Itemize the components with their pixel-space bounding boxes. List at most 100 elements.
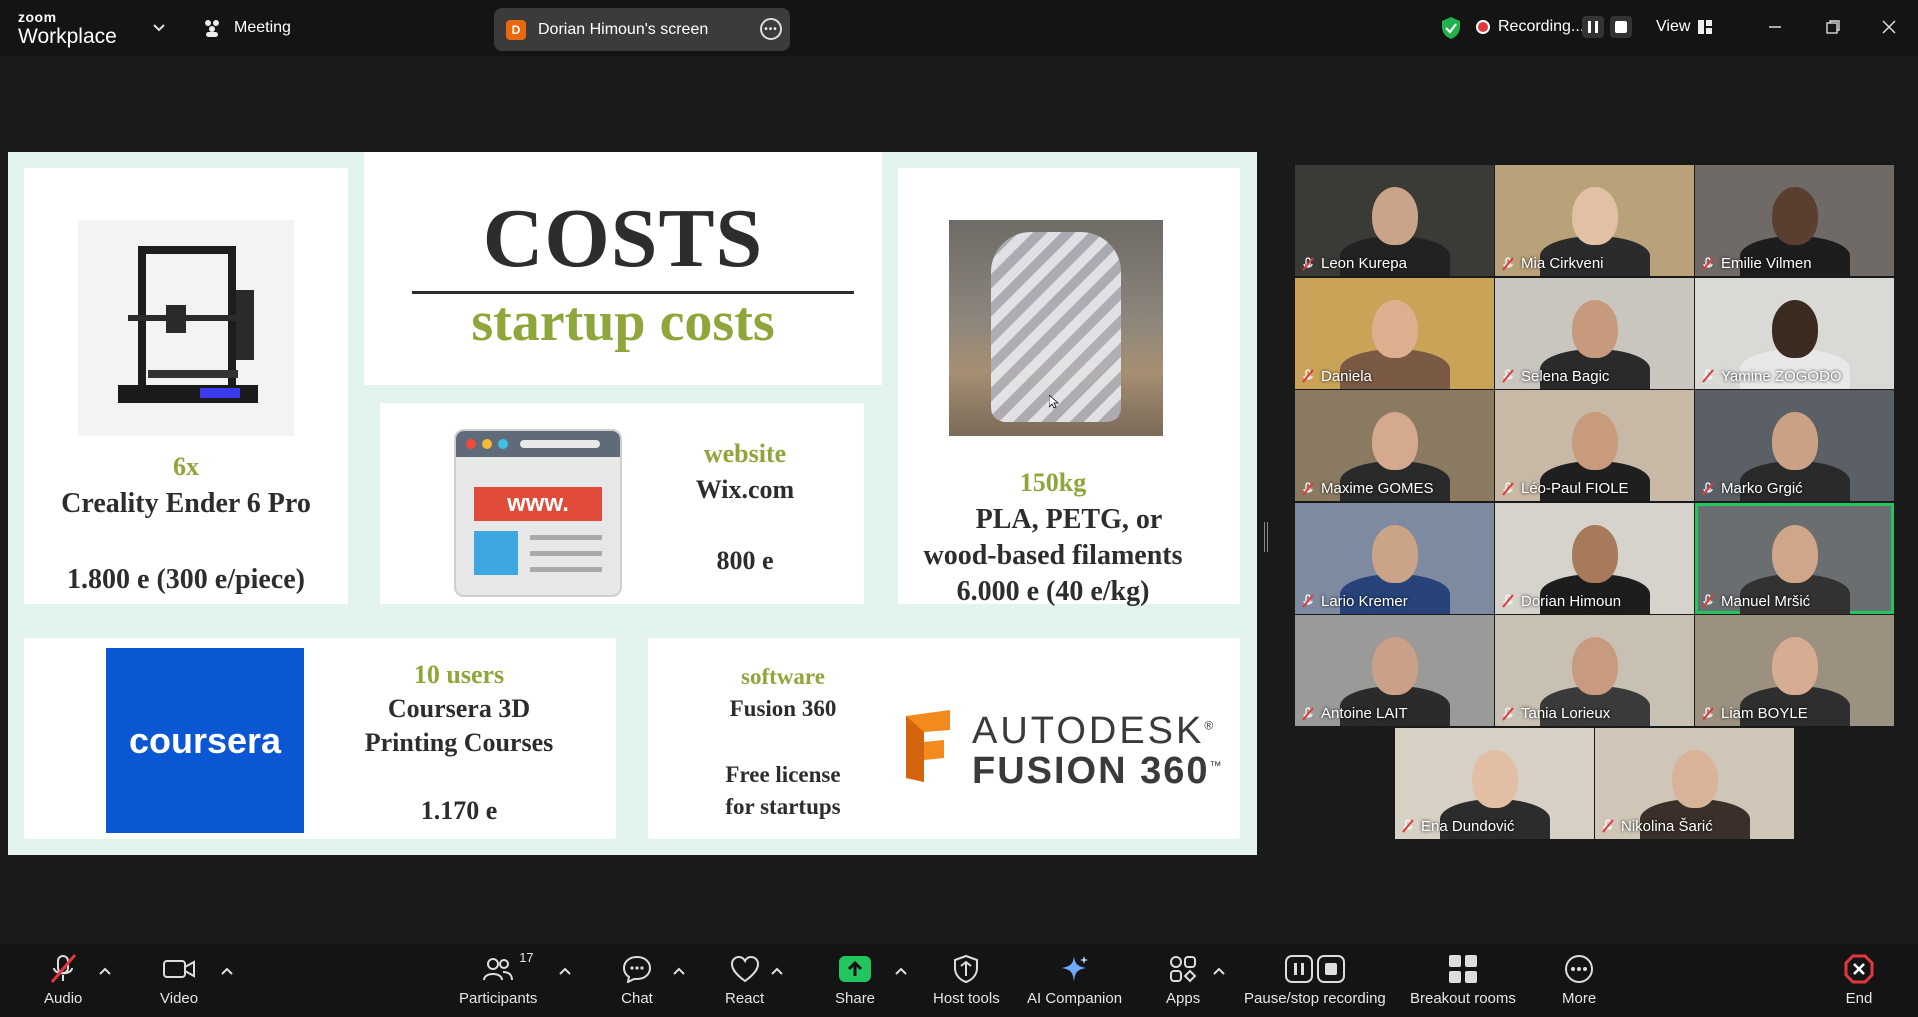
participant-name-tag: Liam BOYLE	[1701, 705, 1808, 722]
participant-tile[interactable]: Mia Cirkveni	[1495, 165, 1694, 276]
host-tools-button[interactable]: Host tools	[933, 952, 1000, 1007]
participant-tile[interactable]: Liam BOYLE	[1695, 615, 1894, 726]
top-bar: zoom Workplace Meeting D Dorian Himoun's…	[0, 0, 1918, 56]
shared-screen-indicator[interactable]: D Dorian Himoun's screen •••	[494, 8, 790, 51]
chevron-down-icon[interactable]	[152, 20, 166, 34]
participant-tile[interactable]: Yamine ZOGODO	[1695, 277, 1894, 389]
react-button[interactable]: React	[725, 952, 764, 1007]
grid-view-icon	[1698, 20, 1713, 34]
more-button[interactable]: More	[1562, 952, 1596, 1007]
more-options-icon[interactable]: •••	[760, 18, 782, 40]
participant-tile[interactable]: Nikolina Šarić	[1595, 727, 1794, 839]
participant-name-tag: Dorian Himoun	[1501, 593, 1621, 610]
sparkle-icon	[1061, 956, 1088, 982]
website-name: Wix.com	[695, 475, 795, 504]
chat-button[interactable]: Chat	[620, 952, 654, 1007]
participant-name-tag: Emilie Vilmen	[1701, 255, 1812, 272]
video-options-caret-icon[interactable]	[220, 966, 234, 976]
fusion-trademark: ™	[1209, 758, 1224, 773]
participant-name-tag: Maxime GOMES	[1301, 480, 1434, 497]
participant-tile[interactable]: Ena Dundović	[1395, 727, 1594, 839]
participant-face	[1771, 299, 1818, 358]
restore-button[interactable]	[1818, 12, 1848, 42]
participant-tile[interactable]: Manuel Mršić	[1695, 502, 1894, 614]
participant-tile[interactable]: Léo-Paul FIOLE	[1495, 390, 1694, 501]
participant-tile[interactable]: Emilie Vilmen	[1695, 165, 1894, 276]
www-text: www.	[474, 487, 602, 521]
participant-name: Antoine LAIT	[1321, 705, 1408, 722]
participant-tile[interactable]: Marko Grgić	[1695, 390, 1894, 501]
react-label: React	[725, 990, 765, 1007]
printer-name: Creality Ender 6 Pro	[61, 488, 311, 519]
mouse-cursor-icon	[1049, 395, 1059, 409]
apps-button[interactable]: Apps	[1166, 952, 1200, 1007]
participant-tile[interactable]: Lario Kremer	[1295, 502, 1494, 614]
encryption-shield-icon[interactable]	[1440, 16, 1462, 40]
mic-muted-icon	[1402, 819, 1414, 833]
meeting-menu[interactable]: Meeting	[202, 18, 291, 38]
chat-options-caret-icon[interactable]	[672, 966, 686, 976]
chat-label: Chat	[621, 990, 653, 1007]
minimize-button[interactable]	[1760, 12, 1790, 42]
participant-name: Marko Grgić	[1721, 480, 1803, 497]
participants-count: 17	[519, 950, 534, 965]
view-menu[interactable]: View	[1656, 18, 1713, 36]
apps-options-caret-icon[interactable]	[1212, 966, 1226, 976]
mic-muted-icon	[1602, 819, 1614, 833]
pause-stop-recording-button[interactable]: Pause/stop recording	[1244, 952, 1386, 1007]
recording-indicator[interactable]: Recording...	[1476, 18, 1584, 36]
participant-name-tag: Lario Kremer	[1301, 593, 1408, 610]
mic-muted-icon	[1302, 256, 1314, 271]
participant-tile[interactable]: Leon Kurepa	[1295, 165, 1494, 276]
end-meeting-button[interactable]: End	[1842, 952, 1876, 1007]
participant-face	[1571, 524, 1618, 583]
recording-label: Recording...	[1498, 18, 1585, 35]
audio-options-caret-icon[interactable]	[98, 966, 112, 976]
website-price: 800 e	[716, 546, 774, 575]
audio-button[interactable]: Audio	[44, 952, 82, 1007]
slide-subtitle: startup costs	[471, 291, 775, 353]
courses-price: 1.170 e	[420, 796, 498, 825]
participant-name: Yamine ZOGODO	[1721, 367, 1842, 385]
participants-options-caret-icon[interactable]	[558, 966, 572, 976]
participant-tile[interactable]: Daniela	[1295, 277, 1494, 389]
participant-face	[1771, 187, 1818, 245]
video-button[interactable]: Video	[160, 952, 198, 1007]
shared-slide: 6x Creality Ender 6 Pro 1.800 e (300 e/p…	[8, 152, 1257, 855]
breakout-rooms-icon	[1448, 955, 1477, 983]
participant-tile[interactable]: Antoine LAIT	[1295, 615, 1494, 726]
breakout-rooms-button[interactable]: Breakout rooms	[1410, 952, 1516, 1007]
stop-recording-button[interactable]	[1610, 16, 1632, 38]
participants-button[interactable]: 17 Participants	[459, 950, 537, 1007]
fusion-f-icon	[906, 710, 950, 782]
participant-tile[interactable]: Tania Lorieux	[1495, 615, 1694, 726]
3d-printer-icon	[118, 246, 258, 403]
software-line2: for startups	[725, 794, 841, 819]
zoom-workplace-logo[interactable]: zoom Workplace	[18, 10, 117, 47]
participant-name: Liam BOYLE	[1721, 705, 1808, 722]
participant-face	[1571, 299, 1618, 358]
pause-recording-button[interactable]	[1582, 16, 1604, 38]
participant-tile[interactable]: Dorian Himoun	[1495, 502, 1694, 614]
participant-face	[1371, 637, 1418, 695]
title-card: COSTS startup costs	[364, 152, 882, 385]
ai-companion-button[interactable]: AI Companion	[1027, 952, 1122, 1007]
courses-card: coursera 10 users Coursera 3D Printing C…	[24, 638, 616, 839]
courses-heading: 10 users	[413, 660, 505, 689]
participant-tile[interactable]: Selena Bagic	[1495, 277, 1694, 389]
react-options-caret-icon[interactable]	[770, 966, 784, 976]
participant-name-tag: Antoine LAIT	[1301, 705, 1408, 722]
participant-tile[interactable]: Maxime GOMES	[1295, 390, 1494, 501]
panel-resize-handle[interactable]	[1264, 522, 1268, 552]
participant-face	[1571, 637, 1618, 695]
participant-face	[1571, 187, 1618, 245]
recording-dot-icon	[1476, 20, 1490, 34]
participant-name: Dorian Himoun	[1521, 592, 1622, 610]
share-options-caret-icon[interactable]	[894, 966, 908, 976]
close-button[interactable]	[1874, 12, 1904, 42]
share-button[interactable]: Share	[835, 952, 875, 1007]
mic-muted-icon	[1502, 256, 1514, 271]
end-call-icon	[1844, 954, 1874, 984]
website-card: www. website Wix.com 800 e	[380, 403, 864, 604]
printer-qty: 6x	[173, 452, 199, 481]
